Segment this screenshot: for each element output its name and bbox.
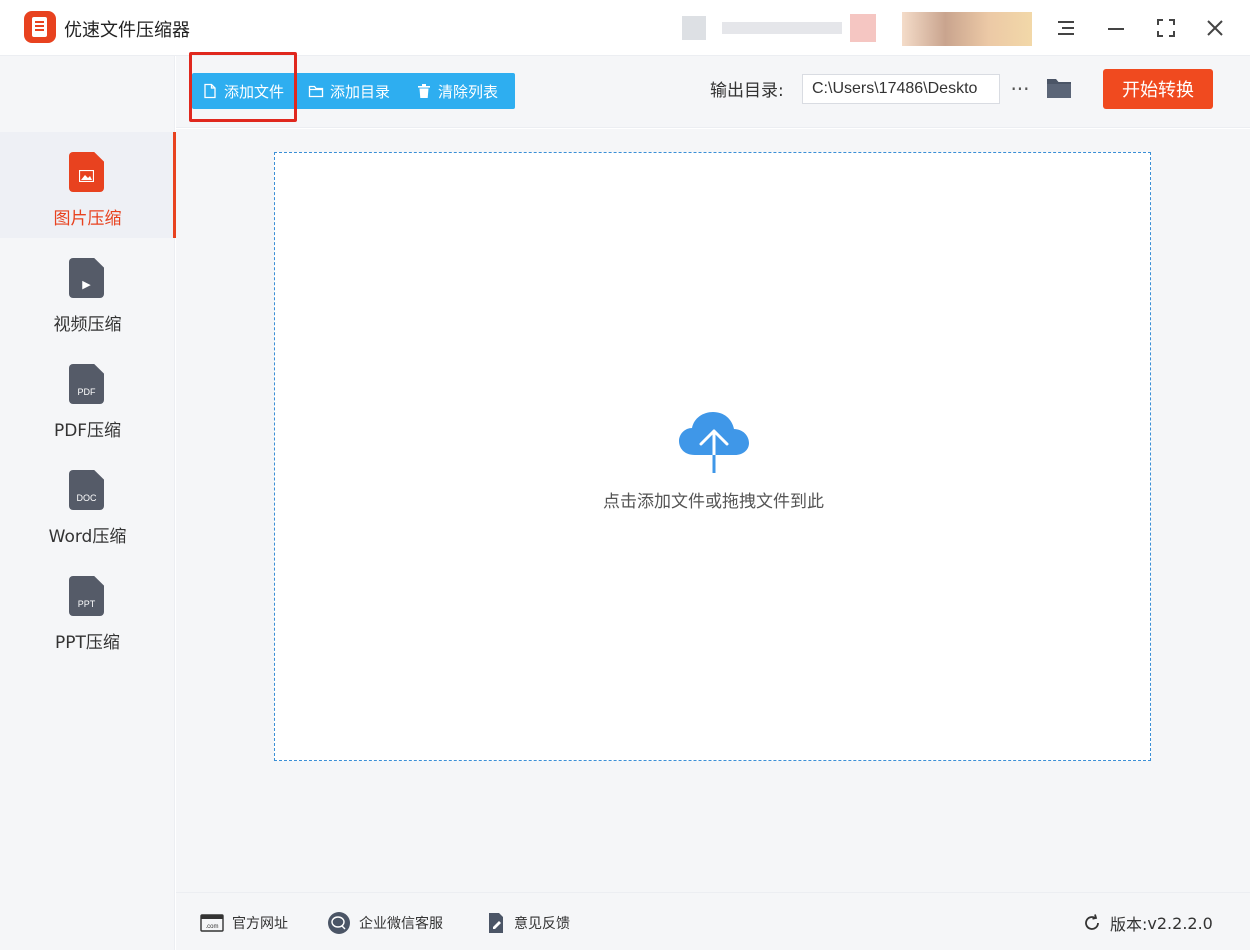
file-drop-zone[interactable]: 点击添加文件或拖拽文件到此 xyxy=(274,152,1151,761)
menu-icon xyxy=(1058,21,1074,35)
version-label: 版本: xyxy=(1110,915,1148,934)
sidebar: 图片压缩 ▶ 视频压缩 PDF PDF压缩 DOC Word压缩 PPT PPT… xyxy=(0,56,176,950)
folder-icon xyxy=(308,85,324,98)
sidebar-item-ppt[interactable]: PPT PPT压缩 xyxy=(0,556,175,662)
trash-icon xyxy=(418,84,430,98)
sidebar-item-video[interactable]: ▶ 视频压缩 xyxy=(0,238,175,344)
main-area: 点击添加文件或拖拽文件到此 xyxy=(176,129,1250,892)
footer: .com 官方网址 企业微信客服 意见反馈 版本: v2.2.2.0 xyxy=(176,892,1250,950)
add-folder-button[interactable]: 添加目录 xyxy=(298,73,406,109)
sidebar-item-label: 图片压缩 xyxy=(53,209,122,229)
toolbar: 添加文件 添加目录 清除列表 输出目录: C:\Users\17486\Desk… xyxy=(176,56,1250,128)
wechat-service-label: 企业微信客服 xyxy=(359,916,443,932)
svg-text:.com: .com xyxy=(205,924,218,930)
sidebar-item-label: PPT压缩 xyxy=(55,633,120,653)
redacted-area xyxy=(682,12,1042,46)
pdf-file-icon: PDF xyxy=(69,364,104,404)
close-icon xyxy=(1207,20,1223,36)
website-icon: .com xyxy=(200,914,224,932)
feedback-icon xyxy=(489,913,503,933)
doc-file-icon: DOC xyxy=(69,470,104,510)
cloud-upload-icon xyxy=(679,412,749,475)
video-file-icon: ▶ xyxy=(69,258,104,298)
sidebar-item-label: 视频压缩 xyxy=(53,315,122,335)
wechat-service-link[interactable]: 企业微信客服 xyxy=(327,912,443,934)
clear-list-label: 清除列表 xyxy=(438,82,499,101)
version-number: v2.2.2.0 xyxy=(1147,913,1213,933)
website-link[interactable]: .com 官方网址 xyxy=(200,913,288,933)
maximize-button[interactable] xyxy=(1152,14,1180,42)
app-title: 优速文件压缩器 xyxy=(64,20,190,41)
sidebar-item-word[interactable]: DOC Word压缩 xyxy=(0,450,175,556)
ppt-file-icon: PPT xyxy=(69,576,104,616)
minimize-icon xyxy=(1108,28,1124,30)
image-file-icon xyxy=(69,152,104,192)
more-button[interactable]: ··· xyxy=(1008,74,1032,104)
sidebar-item-pdf[interactable]: PDF PDF压缩 xyxy=(0,344,175,450)
highlight-box xyxy=(189,52,297,122)
app-logo xyxy=(24,11,56,43)
open-folder-icon[interactable] xyxy=(1046,76,1072,100)
sidebar-item-label: PDF压缩 xyxy=(53,421,122,441)
drop-zone-hint: 点击添加文件或拖拽文件到此 xyxy=(603,492,824,512)
title-bar: 优速文件压缩器 xyxy=(0,0,1250,56)
maximize-icon xyxy=(1157,19,1175,37)
website-label: 官方网址 xyxy=(232,916,288,932)
sidebar-item-image[interactable]: 图片压缩 xyxy=(0,132,176,238)
add-folder-label: 添加目录 xyxy=(330,82,391,101)
output-dir-input[interactable]: C:\Users\17486\Deskto xyxy=(802,74,1000,104)
menu-button[interactable] xyxy=(1052,14,1080,42)
version-info[interactable]: 版本: v2.2.2.0 xyxy=(1082,911,1213,935)
sidebar-item-label: Word压缩 xyxy=(48,527,127,547)
refresh-icon xyxy=(1085,914,1099,930)
feedback-link[interactable]: 意见反馈 xyxy=(486,913,570,933)
output-dir-label: 输出目录: xyxy=(710,81,784,101)
wechat-icon xyxy=(328,912,350,934)
close-button[interactable] xyxy=(1201,14,1229,42)
clear-list-button[interactable]: 清除列表 xyxy=(406,73,515,109)
feedback-label: 意见反馈 xyxy=(514,916,570,932)
start-convert-button[interactable]: 开始转换 xyxy=(1103,69,1213,109)
minimize-button[interactable] xyxy=(1102,14,1130,42)
